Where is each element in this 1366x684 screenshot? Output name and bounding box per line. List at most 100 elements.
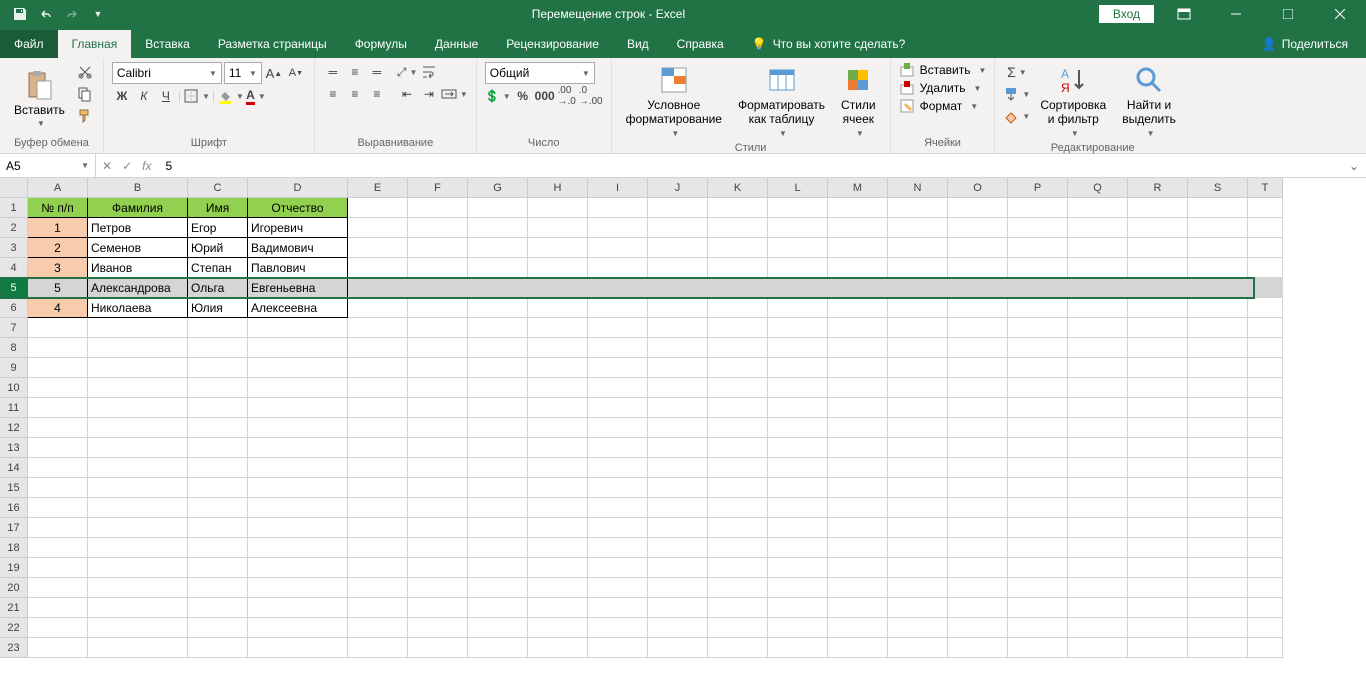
cell[interactable] — [348, 598, 408, 618]
cell[interactable] — [888, 418, 948, 438]
cell[interactable] — [948, 458, 1008, 478]
column-header[interactable]: I — [588, 178, 648, 198]
cell[interactable] — [1248, 578, 1283, 598]
cell[interactable] — [348, 578, 408, 598]
cell[interactable] — [528, 438, 588, 458]
cell[interactable] — [248, 518, 348, 538]
cell[interactable] — [1248, 458, 1283, 478]
cell[interactable] — [528, 298, 588, 318]
cell[interactable] — [1068, 358, 1128, 378]
cell[interactable] — [1188, 478, 1248, 498]
column-header[interactable]: R — [1128, 178, 1188, 198]
cell[interactable] — [588, 338, 648, 358]
cell[interactable] — [188, 358, 248, 378]
cell[interactable]: Фамилия — [88, 198, 188, 218]
percent-button[interactable]: % — [513, 86, 533, 106]
cell[interactable] — [768, 298, 828, 318]
name-box[interactable]: A5▼ — [0, 154, 96, 177]
cell[interactable] — [188, 418, 248, 438]
cell[interactable] — [588, 378, 648, 398]
cell[interactable] — [888, 618, 948, 638]
cell[interactable] — [248, 578, 348, 598]
cell[interactable] — [888, 458, 948, 478]
cell[interactable] — [1008, 618, 1068, 638]
cell[interactable] — [1068, 598, 1128, 618]
cell[interactable]: Павлович — [248, 258, 348, 278]
cell[interactable] — [348, 358, 408, 378]
cell[interactable] — [1068, 278, 1128, 298]
cell[interactable] — [768, 598, 828, 618]
cell[interactable] — [828, 298, 888, 318]
cell[interactable] — [1068, 458, 1128, 478]
cell[interactable] — [588, 418, 648, 438]
expand-formula-bar-icon[interactable]: ⌄ — [1342, 159, 1366, 173]
cell[interactable]: Александрова — [88, 278, 188, 298]
column-header[interactable]: S — [1188, 178, 1248, 198]
cell[interactable] — [588, 478, 648, 498]
cell[interactable] — [348, 398, 408, 418]
minimize-button[interactable] — [1214, 0, 1258, 28]
tab-file[interactable]: Файл — [0, 30, 58, 58]
row-header[interactable]: 14 — [0, 458, 28, 478]
column-header[interactable]: O — [948, 178, 1008, 198]
row-header[interactable]: 10 — [0, 378, 28, 398]
decrease-font-button[interactable]: A▼ — [286, 63, 306, 83]
cell[interactable] — [1068, 318, 1128, 338]
cell[interactable] — [88, 558, 188, 578]
column-header[interactable]: T — [1248, 178, 1283, 198]
cell[interactable] — [1248, 278, 1283, 298]
enter-formula-icon[interactable]: ✓ — [122, 159, 132, 173]
cell[interactable] — [708, 478, 768, 498]
cell[interactable] — [828, 258, 888, 278]
cell[interactable] — [1128, 298, 1188, 318]
merge-button[interactable]: ▼ — [441, 84, 468, 104]
cell[interactable] — [248, 538, 348, 558]
cell[interactable] — [1068, 198, 1128, 218]
cell[interactable] — [828, 598, 888, 618]
cell[interactable] — [188, 578, 248, 598]
cell[interactable] — [828, 638, 888, 658]
orientation-button[interactable]: ⤢▼ — [397, 62, 418, 82]
row-header[interactable]: 6 — [0, 298, 28, 318]
cell[interactable] — [88, 518, 188, 538]
cell[interactable] — [768, 558, 828, 578]
cell[interactable] — [28, 338, 88, 358]
row-header[interactable]: 9 — [0, 358, 28, 378]
row-header[interactable]: 3 — [0, 238, 28, 258]
cell[interactable] — [408, 278, 468, 298]
row-header[interactable]: 7 — [0, 318, 28, 338]
cell[interactable] — [948, 618, 1008, 638]
cell[interactable] — [948, 638, 1008, 658]
cell[interactable] — [188, 638, 248, 658]
cell[interactable] — [468, 238, 528, 258]
cell[interactable] — [1068, 638, 1128, 658]
cell[interactable] — [408, 438, 468, 458]
cell[interactable] — [1248, 238, 1283, 258]
cell[interactable] — [1188, 438, 1248, 458]
cell[interactable] — [888, 638, 948, 658]
cell[interactable] — [1068, 378, 1128, 398]
row-header[interactable]: 15 — [0, 478, 28, 498]
cell[interactable] — [248, 618, 348, 638]
cell[interactable] — [888, 518, 948, 538]
cell[interactable] — [1188, 598, 1248, 618]
cell[interactable] — [1188, 638, 1248, 658]
cell[interactable] — [1008, 478, 1068, 498]
cell[interactable] — [888, 398, 948, 418]
cell[interactable] — [648, 518, 708, 538]
ribbon-display-icon[interactable] — [1162, 0, 1206, 28]
cell[interactable] — [1248, 518, 1283, 538]
cell[interactable] — [648, 418, 708, 438]
align-middle-button[interactable]: ≡ — [345, 62, 365, 82]
cell[interactable] — [188, 518, 248, 538]
cell[interactable] — [708, 538, 768, 558]
cell[interactable] — [348, 558, 408, 578]
cell[interactable] — [1128, 218, 1188, 238]
cell[interactable] — [948, 218, 1008, 238]
cell[interactable] — [768, 638, 828, 658]
cell[interactable] — [1128, 338, 1188, 358]
fx-icon[interactable]: fх — [142, 159, 151, 173]
cell[interactable] — [348, 438, 408, 458]
cell[interactable] — [248, 318, 348, 338]
cell[interactable] — [248, 358, 348, 378]
